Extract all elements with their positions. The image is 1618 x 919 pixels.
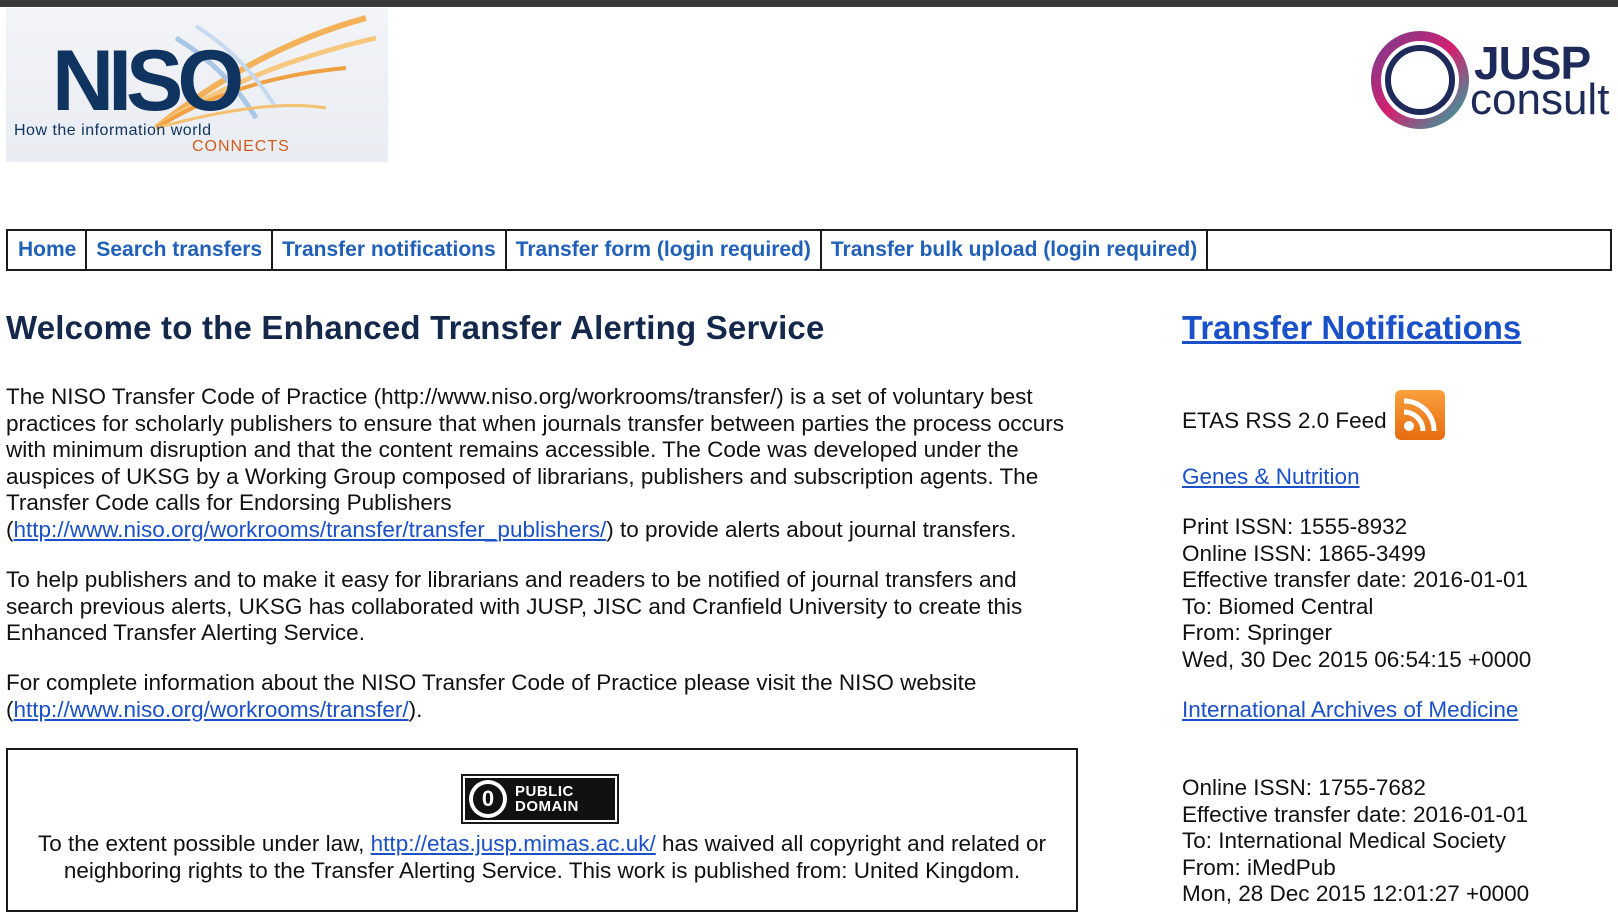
page-title: Welcome to the Enhanced Transfer Alertin… xyxy=(6,309,825,346)
jusp-ring-icon xyxy=(1371,31,1469,129)
main-nav: Home Search transfers Transfer notificat… xyxy=(6,229,1612,271)
transfer-notifications-heading[interactable]: Transfer Notifications xyxy=(1182,309,1521,347)
rss-feed-label: ETAS RSS 2.0 Feed xyxy=(1182,408,1387,433)
notification-journal-link[interactable]: Genes & Nutrition xyxy=(1182,464,1360,491)
niso-tagline: How the information world xyxy=(14,122,212,139)
cc-zero-icon: 0 xyxy=(469,780,507,818)
publishers-link[interactable]: http://www.niso.org/workrooms/transfer/t… xyxy=(14,517,607,542)
collaboration-paragraph: To help publishers and to make it easy f… xyxy=(6,567,1023,645)
nav-home[interactable]: Home xyxy=(8,231,88,269)
notification-details: Print ISSN: 1555-8932 Online ISSN: 1865-… xyxy=(1182,514,1532,672)
etas-link[interactable]: http://etas.jusp.mimas.ac.uk/ xyxy=(371,831,656,856)
notification-journal-link[interactable]: International Archives of Medicine xyxy=(1182,697,1518,724)
jusp-logo[interactable]: JUSP consult xyxy=(1362,26,1618,136)
niso-website-paragraph: For complete information about the NISO … xyxy=(6,670,977,722)
niso-transfer-link[interactable]: http://www.niso.org/workrooms/transfer/ xyxy=(14,697,409,722)
nav-transfer-notifications[interactable]: Transfer notifications xyxy=(273,231,507,269)
notification-details: Online ISSN: 1755-7682 Effective transfe… xyxy=(1182,775,1530,906)
rss-feed-row: ETAS RSS 2.0 Feed xyxy=(1182,384,1445,440)
niso-logo[interactable]: NISO How the information world CONNECTS xyxy=(6,8,388,162)
intro-text-after: ) to provide alerts about journal transf… xyxy=(606,516,1017,542)
public-domain-badge[interactable]: 0 PUBLIC DOMAIN xyxy=(461,774,619,824)
niso-tagline-connects: CONNECTS xyxy=(192,138,290,155)
top-strip xyxy=(0,0,1618,7)
nav-transfer-form[interactable]: Transfer form (login required) xyxy=(507,231,822,269)
niso-wordmark: NISO xyxy=(52,33,244,129)
intro-text: The NISO Transfer Code of Practice (http… xyxy=(6,384,1065,515)
nav-transfer-bulk-upload[interactable]: Transfer bulk upload (login required) xyxy=(822,231,1209,269)
nav-search-transfers[interactable]: Search transfers xyxy=(87,231,274,269)
jusp-consult: consult xyxy=(1470,75,1610,124)
public-domain-label: PUBLIC DOMAIN xyxy=(515,783,579,815)
license-box: 0 PUBLIC DOMAIN To the extent possible u… xyxy=(6,748,1078,912)
rss-icon[interactable] xyxy=(1394,390,1445,440)
license-text: To the extent possible under law, http:/… xyxy=(37,831,1047,883)
niso-website-text-after: ). xyxy=(408,696,423,722)
niso-website-text: For complete information about the NISO … xyxy=(6,670,977,695)
intro-paragraph: The NISO Transfer Code of Practice (http… xyxy=(6,384,1065,542)
